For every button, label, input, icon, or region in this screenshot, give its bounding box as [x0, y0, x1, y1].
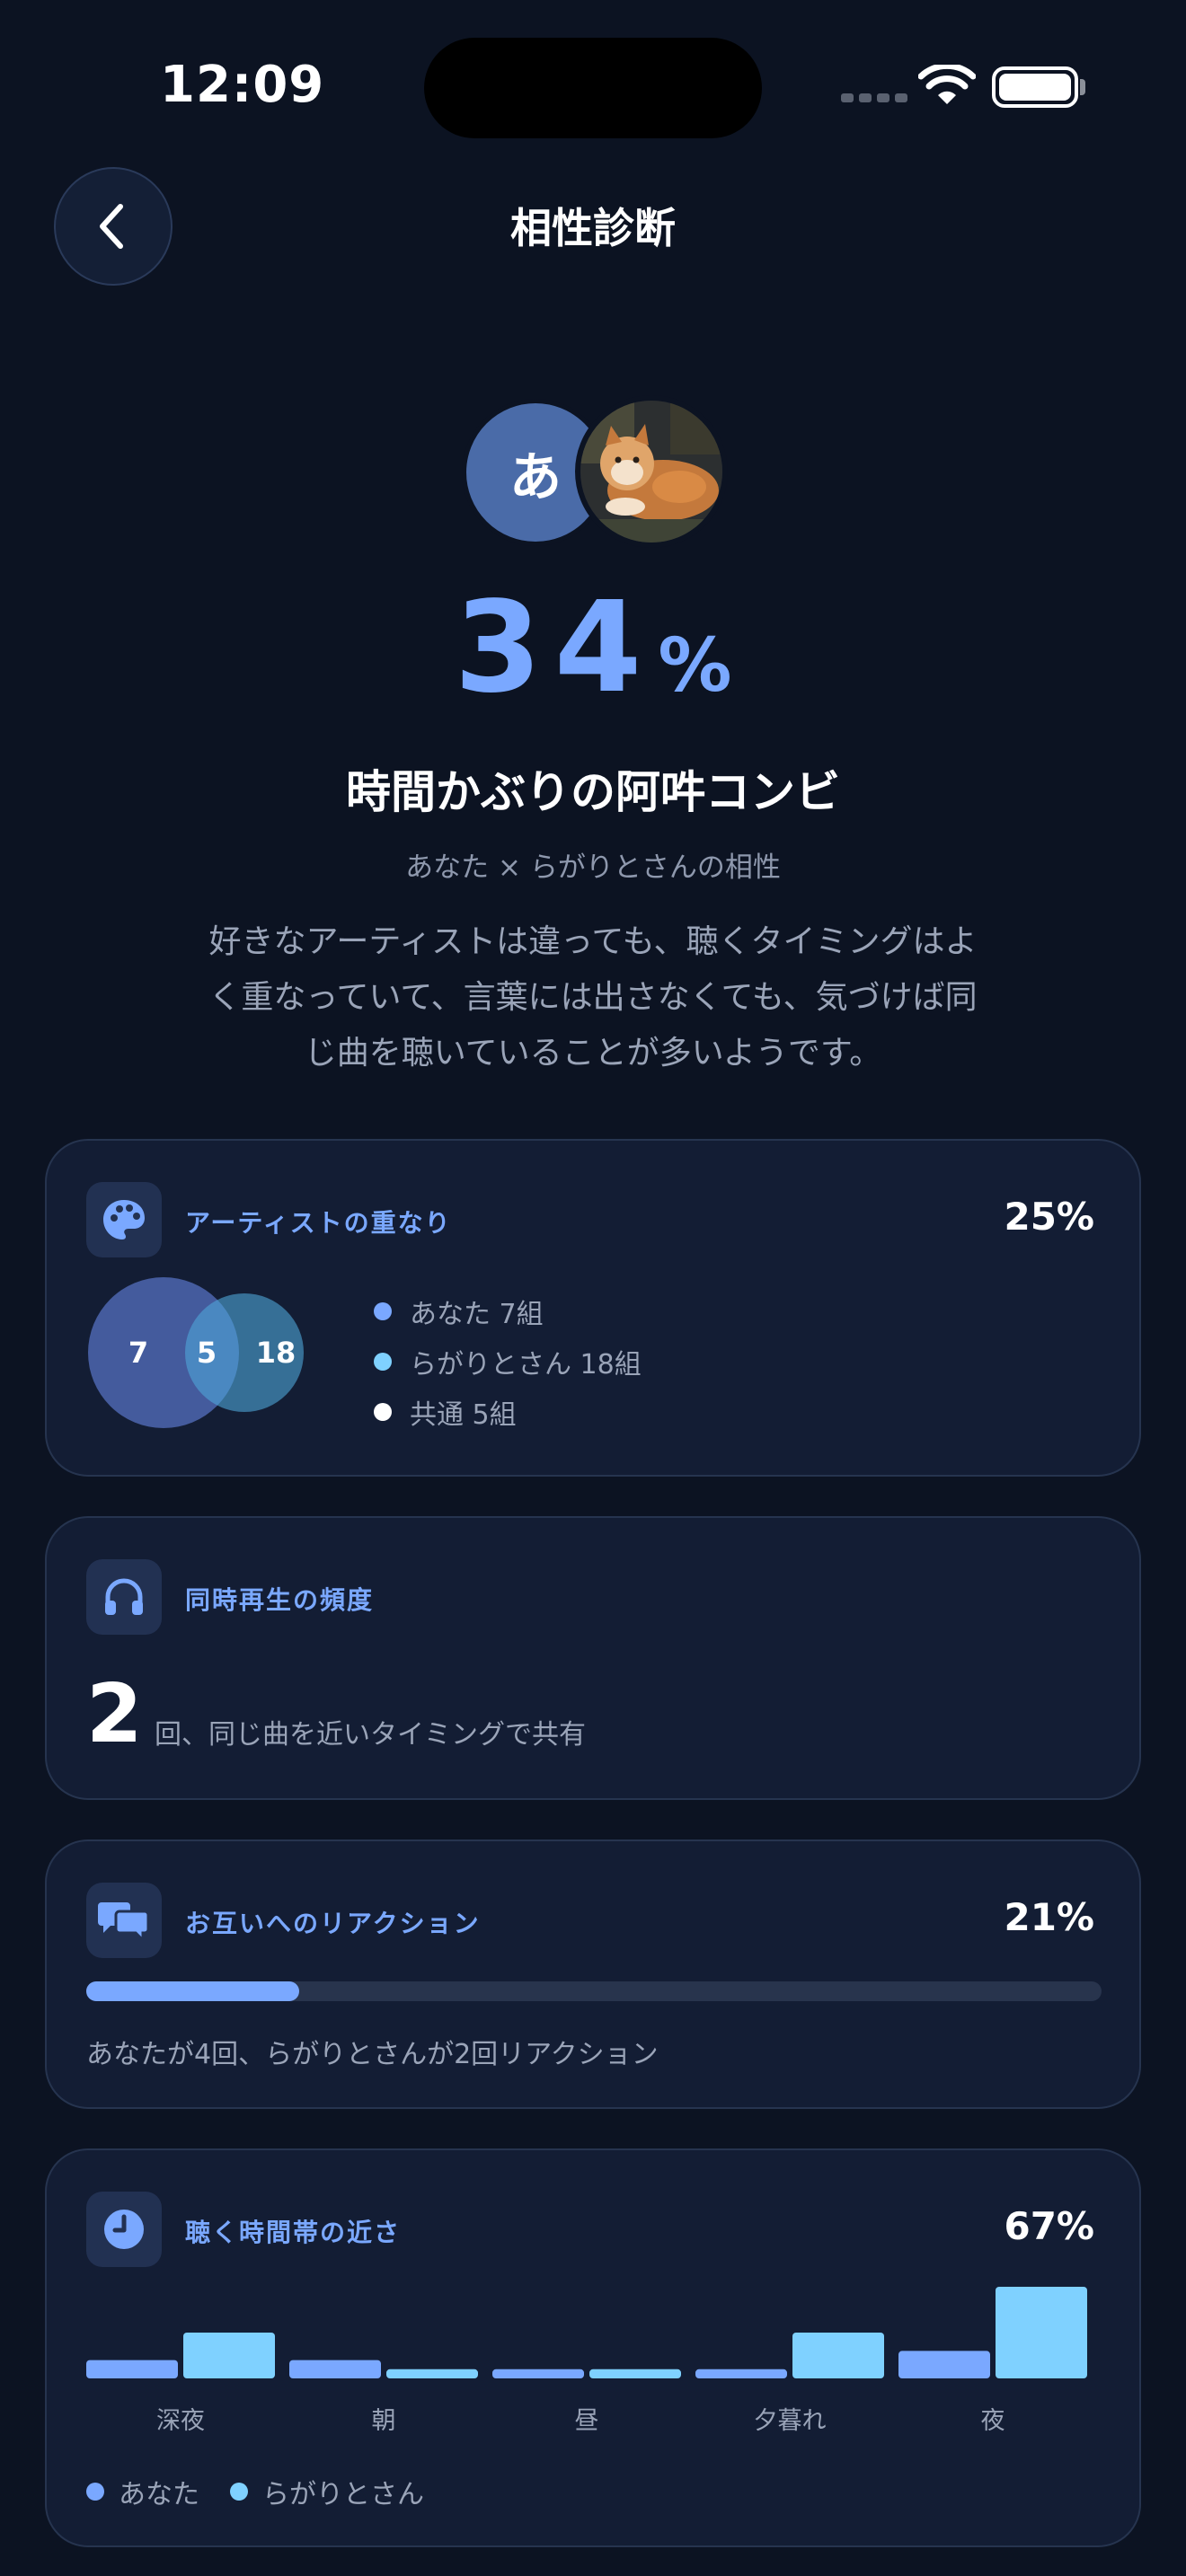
- battery-tip: [1080, 79, 1085, 95]
- dynamic-island: [424, 38, 762, 138]
- compatibility-score: 34%: [0, 575, 1186, 721]
- venn-common-count: 5: [197, 1336, 217, 1370]
- bar-partner-2: [589, 2369, 681, 2378]
- legend-you: あなた: [86, 2472, 199, 2511]
- page-title: 相性診断: [510, 204, 676, 252]
- headphones-icon: [86, 1559, 162, 1635]
- x-tick-label-1: 朝: [372, 2407, 396, 2435]
- reactions-progress-bar: [86, 1981, 1102, 2001]
- combo-title: 時間かぶりの阿吽コンビ: [346, 766, 840, 818]
- x-tick-label-0: 深夜: [156, 2407, 205, 2435]
- legend-partner-dot: [230, 2483, 248, 2501]
- legend-you-dot: [374, 1302, 392, 1320]
- legend-common-dot: [374, 1403, 392, 1421]
- bar-you-2: [492, 2369, 584, 2378]
- legend-you-label: あなた 7組: [410, 1299, 544, 1330]
- cellular-signal-icon: [841, 93, 907, 102]
- legend-partner: らがりとさん 18組: [374, 1342, 642, 1381]
- chat-bubbles-icon: [86, 1883, 162, 1958]
- reactions-card: お互いへのリアクション 21% あなたが4回、らがりとさんが2回リアクション: [45, 1839, 1141, 2109]
- score-unit: %: [658, 623, 732, 709]
- battery-icon: [992, 66, 1078, 108]
- listening-time-label: 聴く時間帯の近さ: [185, 2218, 402, 2247]
- legend-you-dot: [86, 2483, 104, 2501]
- listening-time-chart: 深夜 朝 昼 夕暮れ 夜: [86, 2287, 1087, 2435]
- legend-partner-dot: [374, 1353, 392, 1371]
- bar-you-3: [695, 2369, 787, 2378]
- bar-you-4: [898, 2351, 990, 2378]
- bar-you-1: [289, 2360, 381, 2378]
- listening-time-card: 聴く時間帯の近さ 67% 深夜 朝 昼 夕暮れ 夜 あなた らがりとさん: [45, 2148, 1141, 2547]
- x-tick-label-2: 昼: [575, 2407, 599, 2435]
- wifi-icon: [918, 65, 976, 104]
- bar-partner-0: [183, 2333, 275, 2378]
- user-avatar-initial: あ: [509, 446, 562, 507]
- bar-partner-4: [996, 2287, 1087, 2378]
- partner-avatar-cat-photo: [575, 395, 728, 548]
- legend-common-label: 共通 5組: [410, 1399, 517, 1431]
- artist-venn-diagram: 7 5 18: [88, 1277, 304, 1428]
- simultaneous-play-count: 2: [86, 1667, 143, 1761]
- reactions-text: あなたが4回、らがりとさんが2回リアクション: [86, 2039, 659, 2070]
- artist-overlap-value: 25%: [1004, 1195, 1094, 1239]
- legend-partner: らがりとさん: [230, 2472, 424, 2511]
- palette-icon: [86, 1182, 162, 1257]
- combo-description: 好きなアーティストは違っても、聴くタイミングはよく重なっていて、言葉には出さなく…: [208, 923, 978, 1072]
- x-tick-label-3: 夕暮れ: [754, 2407, 827, 2435]
- status-time: 12:09: [160, 56, 325, 114]
- artist-overlap-label: アーティストの重なり: [185, 1208, 452, 1238]
- listening-time-legend: あなた らがりとさん: [86, 2472, 455, 2511]
- listening-time-value: 67%: [1004, 2204, 1094, 2248]
- score-number: 34: [454, 575, 655, 721]
- legend-you: あなた 7組: [374, 1292, 544, 1331]
- clock-icon: [86, 2192, 162, 2267]
- reactions-progress-fill: [86, 1981, 300, 2001]
- reactions-label: お互いへのリアクション: [185, 1909, 481, 1938]
- x-tick-label-4: 夜: [981, 2407, 1005, 2435]
- legend-common: 共通 5組: [374, 1392, 517, 1432]
- bar-partner-1: [386, 2369, 478, 2378]
- bar-partner-3: [792, 2333, 884, 2378]
- venn-partner-count: 18: [256, 1336, 296, 1370]
- venn-you-count: 7: [128, 1336, 148, 1370]
- simultaneous-play-label: 同時再生の頻度: [185, 1585, 375, 1615]
- simultaneous-play-text: 回、同じ曲を近いタイミングで共有: [155, 1719, 586, 1751]
- reactions-value: 21%: [1004, 1895, 1094, 1939]
- simultaneous-play-card: 同時再生の頻度 2 回、同じ曲を近いタイミングで共有: [45, 1516, 1141, 1800]
- legend-partner-label: らがりとさん: [262, 2479, 424, 2510]
- combo-subtitle: あなた × らがりとさんの相性: [405, 851, 781, 884]
- legend-you-label: あなた: [119, 2479, 199, 2510]
- artist-overlap-card: アーティストの重なり 25% 7 5 18 あなた 7組 らがりとさん 18組 …: [45, 1139, 1141, 1477]
- bar-you-0: [86, 2360, 178, 2378]
- legend-partner-label: らがりとさん 18組: [410, 1349, 642, 1381]
